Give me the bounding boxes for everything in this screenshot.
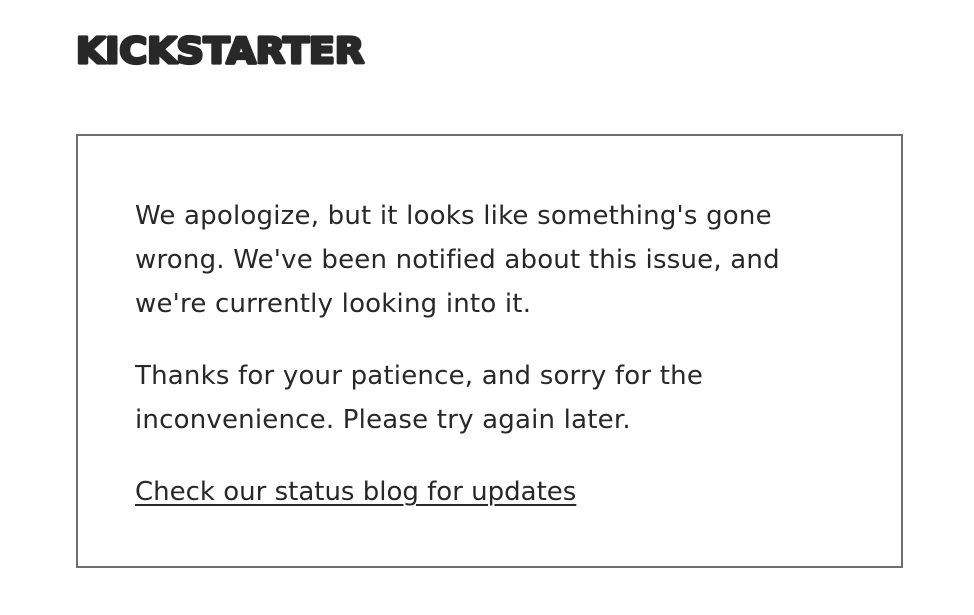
kickstarter-wordmark-icon: KICKSTARTER [76,30,366,70]
kickstarter-logo[interactable]: KICKSTARTER [76,30,366,70]
error-card-body: We apologize, but it looks like somethin… [135,194,835,514]
error-card: We apologize, but it looks like somethin… [76,134,903,568]
status-blog-link[interactable]: Check our status blog for updates [135,470,576,514]
logo-text: KICKSTARTER [76,31,364,70]
error-message-paragraph: We apologize, but it looks like somethin… [135,201,780,319]
apology-paragraph: Thanks for your patience, and sorry for … [135,361,704,435]
